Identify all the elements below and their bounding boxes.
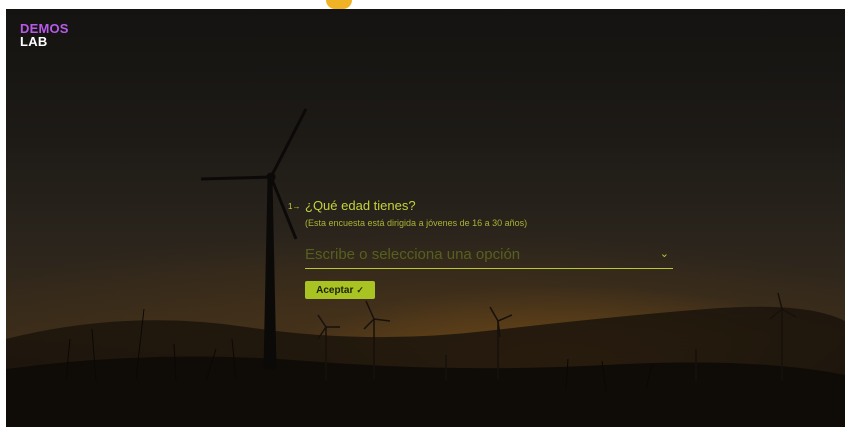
- chevron-down-icon[interactable]: ⌄: [660, 247, 669, 260]
- question-hint: (Esta encuesta está dirigida a jóvenes d…: [305, 218, 528, 228]
- top-accent-shape: [326, 0, 352, 9]
- question-number: 1→: [288, 202, 300, 211]
- demos-lab-logo[interactable]: DEMOS LAB: [20, 22, 69, 48]
- age-answer-input[interactable]: [305, 244, 645, 264]
- accept-button[interactable]: Aceptar ✓: [305, 281, 375, 299]
- logo-line-lab: LAB: [20, 34, 48, 49]
- survey-screen: DEMOS LAB 1→ ¿Qué edad tienes? (Esta enc…: [6, 9, 845, 427]
- question-title: ¿Qué edad tienes?: [305, 198, 416, 213]
- check-icon: ✓: [356, 284, 364, 295]
- accept-button-label: Aceptar: [316, 284, 354, 296]
- arrow-right-icon: →: [292, 202, 301, 211]
- age-dropdown[interactable]: ⌄: [305, 242, 673, 269]
